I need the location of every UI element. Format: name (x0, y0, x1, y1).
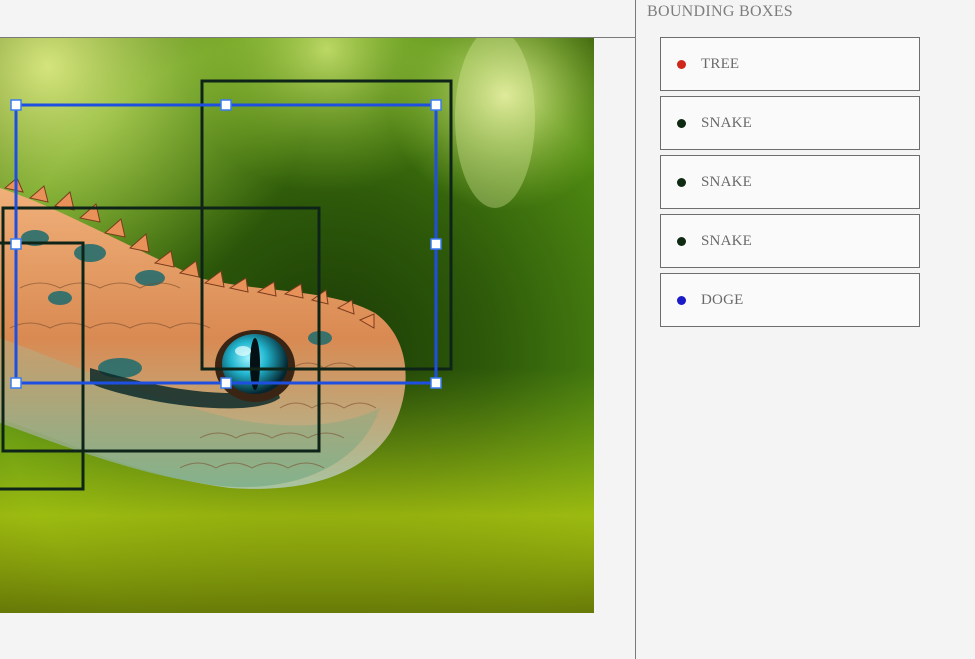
bounding-box-list: TREE SNAKE SNAKE SNAKE DOGE (660, 37, 920, 332)
color-dot-icon (677, 177, 686, 187)
color-dot-icon (677, 236, 686, 246)
color-dot-icon (677, 118, 686, 128)
panel-title: BOUNDING BOXES (647, 3, 793, 20)
bbox-doge-selected[interactable] (14, 103, 438, 385)
resize-handle-bottom-right[interactable] (430, 377, 442, 389)
box-list-item-snake[interactable]: SNAKE (660, 96, 920, 150)
annotation-workspace (0, 0, 636, 659)
resize-handle-bottom-middle[interactable] (220, 377, 232, 389)
box-list-item-snake[interactable]: SNAKE (660, 155, 920, 209)
box-label: TREE (701, 55, 740, 72)
image-canvas[interactable] (0, 37, 636, 613)
resize-handle-bottom-left[interactable] (10, 377, 22, 389)
box-label: SNAKE (701, 114, 753, 131)
resize-handle-middle-left[interactable] (10, 238, 22, 250)
resize-handle-top-right[interactable] (430, 99, 442, 111)
resize-handle-top-left[interactable] (10, 99, 22, 111)
box-label: SNAKE (701, 232, 753, 249)
box-list-item-snake[interactable]: SNAKE (660, 214, 920, 268)
resize-handle-top-middle[interactable] (220, 99, 232, 111)
resize-handle-middle-right[interactable] (430, 238, 442, 250)
box-label: DOGE (701, 291, 744, 308)
box-label: SNAKE (701, 173, 753, 190)
color-dot-icon (677, 295, 686, 305)
bounding-box-panel: BOUNDING BOXES TREE SNAKE SNAKE SNAKE DO… (647, 0, 947, 327)
box-list-item-doge[interactable]: DOGE (660, 273, 920, 327)
color-dot-icon (677, 59, 686, 69)
box-list-item-tree[interactable]: TREE (660, 37, 920, 91)
